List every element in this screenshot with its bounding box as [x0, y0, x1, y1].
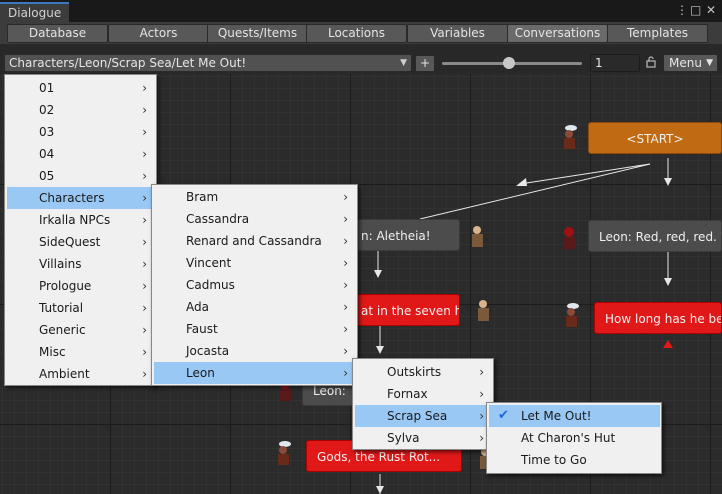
chevron-right-icon: ›	[142, 345, 147, 359]
conversation-path-dropdown[interactable]: Characters/Leon/Scrap Sea/Let Me Out! ▼	[4, 54, 412, 72]
menu-item-bram[interactable]: Bram ›	[154, 186, 356, 208]
menu-item-ambient[interactable]: Ambient ›	[7, 363, 155, 385]
start-node[interactable]: <START>	[588, 122, 722, 154]
tab-conversations[interactable]: Conversations	[507, 24, 608, 43]
tab-actors[interactable]: Actors	[108, 24, 209, 43]
maximize-icon[interactable]: □	[690, 3, 701, 17]
dialogue-node-how-long[interactable]: How long has he been	[594, 302, 722, 334]
menu-item-irkalla-npcs[interactable]: Irkalla NPCs ›	[7, 209, 155, 231]
chevron-right-icon: ›	[343, 322, 348, 336]
chevron-right-icon: ›	[343, 300, 348, 314]
chevron-right-icon: ›	[343, 234, 348, 248]
lock-icon[interactable]	[646, 56, 656, 68]
chevron-right-icon: ›	[142, 81, 147, 95]
menu-item-cadmus[interactable]: Cadmus ›	[154, 274, 356, 296]
menu-item-sylva[interactable]: Sylva ›	[355, 427, 492, 449]
menu-item-03[interactable]: 03 ›	[7, 121, 155, 143]
actor-portrait-icon	[472, 226, 483, 247]
chevron-right-icon: ›	[142, 235, 147, 249]
menu-item-villains[interactable]: Villains ›	[7, 253, 155, 275]
actor-portrait-icon	[566, 303, 579, 327]
kebab-menu-icon[interactable]: ⋮	[676, 3, 688, 17]
tab-variables[interactable]: Variables	[407, 24, 508, 43]
menu-dropdown[interactable]: Menu ▼	[663, 54, 718, 72]
chevron-right-icon: ›	[479, 387, 484, 401]
conversation-toolbar: Characters/Leon/Scrap Sea/Let Me Out! ▼ …	[0, 52, 722, 74]
menu-item-fornax[interactable]: Fornax ›	[355, 383, 492, 405]
menu-item-renard-and-cassandra[interactable]: Renard and Cassandra ›	[154, 230, 356, 252]
window-titlebar: Dialogue ⋮ □ ✕	[0, 0, 722, 22]
chevron-down-icon: ▼	[706, 58, 713, 68]
chevron-right-icon: ›	[343, 212, 348, 226]
tab-locations[interactable]: Locations	[306, 24, 407, 43]
dialogue-node-aletheia[interactable]: n: Aletheia!	[350, 219, 460, 251]
chevron-down-icon: ▼	[400, 58, 407, 68]
menu-item-tutorial[interactable]: Tutorial ›	[7, 297, 155, 319]
conversation-path-value: Characters/Leon/Scrap Sea/Let Me Out!	[9, 56, 247, 70]
menu-item-time-to-go[interactable]: Time to Go	[489, 449, 660, 471]
menu-item-let-me-out[interactable]: ✔ Let Me Out!	[489, 405, 660, 427]
menu-item-sidequest[interactable]: SideQuest ›	[7, 231, 155, 253]
conversation-menu-level4: ✔ Let Me Out! At Charon's Hut Time to Go	[486, 402, 662, 474]
menu-item-04[interactable]: 04 ›	[7, 143, 155, 165]
conversation-menu-level3: Outskirts › Fornax › Scrap Sea › Sylva ›	[352, 358, 494, 450]
chevron-right-icon: ›	[142, 323, 147, 337]
menu-item-01[interactable]: 01 ›	[7, 77, 155, 99]
menu-item-prologue[interactable]: Prologue ›	[7, 275, 155, 297]
menu-item-leon[interactable]: Leon ›	[154, 362, 356, 384]
chevron-right-icon: ›	[142, 279, 147, 293]
chevron-right-icon: ›	[142, 147, 147, 161]
chevron-right-icon: ›	[479, 431, 484, 445]
conversation-menu-level1: 01 › 02 › 03 › 04 › 05 › Characters › Irkalla …	[4, 74, 157, 386]
menu-item-generic[interactable]: Generic ›	[7, 319, 155, 341]
tab-templates[interactable]: Templates	[607, 24, 708, 43]
chevron-right-icon: ›	[479, 409, 484, 423]
chevron-right-icon: ›	[343, 366, 348, 380]
menu-item-vincent[interactable]: Vincent ›	[154, 252, 356, 274]
menu-item-ada[interactable]: Ada ›	[154, 296, 356, 318]
checkmark-icon: ✔	[498, 408, 509, 423]
dialogue-node-seven[interactable]: at in the seven he	[350, 294, 460, 326]
actor-portrait-icon	[564, 125, 577, 149]
window-tab[interactable]: Dialogue	[0, 2, 70, 22]
chevron-right-icon: ›	[343, 190, 348, 204]
actor-portrait-icon	[478, 300, 489, 321]
tab-database[interactable]: Database	[7, 24, 108, 43]
chevron-right-icon: ›	[479, 365, 484, 379]
chevron-right-icon: ›	[142, 125, 147, 139]
add-conversation-button[interactable]: +	[415, 55, 435, 72]
chevron-right-icon: ›	[142, 191, 147, 205]
menu-item-outskirts[interactable]: Outskirts ›	[355, 361, 492, 383]
tab-bar: Database Actors Quests/Items Locations V…	[0, 22, 722, 44]
zoom-input[interactable]: 1	[590, 54, 640, 72]
chevron-right-icon: ›	[142, 169, 147, 183]
chevron-right-icon: ›	[343, 344, 348, 358]
chevron-right-icon: ›	[142, 103, 147, 117]
chevron-right-icon: ›	[142, 213, 147, 227]
chevron-right-icon: ›	[142, 257, 147, 271]
menu-item-misc[interactable]: Misc ›	[7, 341, 155, 363]
menu-item-cassandra[interactable]: Cassandra ›	[154, 208, 356, 230]
actor-portrait-icon	[278, 441, 291, 465]
dialogue-node-leon-red[interactable]: Leon: Red, red, red. \,Y	[588, 220, 722, 252]
chevron-right-icon: ›	[343, 256, 348, 270]
conversation-menu-level2: Bram › Cassandra › Renard and Cassandra › V…	[151, 184, 358, 386]
menu-item-jocasta[interactable]: Jocasta ›	[154, 340, 356, 362]
close-icon[interactable]: ✕	[706, 3, 716, 17]
chevron-right-icon: ›	[142, 367, 147, 381]
chevron-right-icon: ›	[343, 278, 348, 292]
menu-item-scrap-sea[interactable]: Scrap Sea ›	[355, 405, 492, 427]
zoom-slider-handle[interactable]	[503, 57, 515, 69]
menu-item-02[interactable]: 02 ›	[7, 99, 155, 121]
menu-label: Menu	[669, 56, 702, 70]
chevron-right-icon: ›	[142, 301, 147, 315]
tab-quests-items[interactable]: Quests/Items	[207, 24, 308, 43]
menu-item-characters[interactable]: Characters ›	[7, 187, 155, 209]
window-title: Dialogue	[8, 6, 62, 20]
menu-item-05[interactable]: 05 ›	[7, 165, 155, 187]
menu-item-at-charons-hut[interactable]: At Charon's Hut	[489, 427, 660, 449]
menu-item-faust[interactable]: Faust ›	[154, 318, 356, 340]
actor-portrait-icon	[564, 227, 575, 249]
